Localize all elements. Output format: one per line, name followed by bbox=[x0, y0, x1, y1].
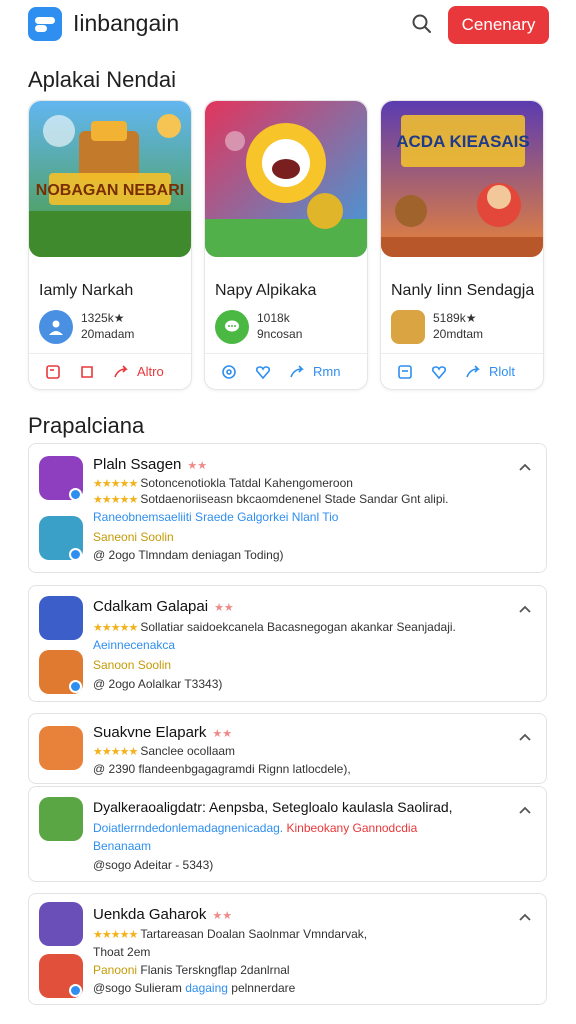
item-title: Plaln Ssagen ★★ bbox=[93, 456, 208, 473]
rating-stars-icon: ★★★★★ bbox=[93, 622, 138, 634]
save-icon[interactable] bbox=[395, 362, 415, 382]
list-item[interactable]: Suakvne Elapark ★★ ★★★★★ Sanclee ocollaam … bbox=[28, 713, 547, 784]
sub-title: Saneoni Soolin bbox=[93, 530, 174, 544]
item-title: Uenkda Gaharok ★★ bbox=[93, 906, 233, 923]
sub-title: Sanoon Soolin bbox=[93, 658, 172, 672]
item-line: ★★★★★ Sanclee ocollaam bbox=[93, 744, 236, 758]
card-actions: Rlolt bbox=[381, 353, 543, 389]
card-downloads: 20madam bbox=[81, 327, 135, 341]
game-cover-image[interactable]: NOBAGAN NEBARI bbox=[29, 101, 191, 257]
rating-stars-icon: ★★★★★ bbox=[93, 746, 138, 758]
card-rating: 5189k★ bbox=[433, 311, 477, 325]
item-link[interactable]: Benanaam bbox=[93, 839, 151, 853]
game-cover-image[interactable]: ACDA KIEASAIS bbox=[381, 101, 543, 257]
cta-button[interactable]: Cenenary bbox=[448, 6, 549, 44]
card-title: Iamly Narkah bbox=[39, 282, 134, 299]
popular-section-title: Prapalciana bbox=[28, 413, 145, 438]
list-item[interactable]: Cdalkam Galapai ★★ ★★★★★ Sollatiar saidoek… bbox=[28, 585, 547, 702]
repost-icon[interactable] bbox=[77, 362, 97, 382]
list-item[interactable]: Plaln Ssagen ★★ ★★★★★ Sotoncenotiokla Tatd… bbox=[28, 443, 547, 573]
share-icon[interactable] bbox=[287, 362, 307, 382]
game-cover-image[interactable] bbox=[205, 101, 367, 257]
mini-stars-icon: ★★ bbox=[212, 910, 233, 922]
card-actions: Rmn bbox=[205, 353, 367, 389]
item-line: ★★★★★ Sotoncenotiokla Tatdal Kahengomeroo… bbox=[93, 476, 353, 490]
chevron-up-icon[interactable] bbox=[518, 460, 532, 474]
item-title: Cdalkam Galapai ★★ bbox=[93, 598, 234, 615]
featured-card[interactable]: ACDA KIEASAIS Nanly Iinn Sendagja 5189k★… bbox=[380, 100, 544, 390]
verified-badge-icon bbox=[69, 488, 82, 501]
rating-stars-icon: ★★★★★ bbox=[93, 494, 138, 506]
item-title: Suakvne Elapark ★★ bbox=[93, 724, 233, 741]
heart-icon[interactable] bbox=[429, 362, 449, 382]
cover-art-text: ACDA KIEASAIS bbox=[396, 132, 530, 151]
card-action-label[interactable]: Altro bbox=[137, 364, 164, 379]
item-line: ★★★★★ Sollatiar saidoekcanela Bacasnegoga… bbox=[93, 620, 456, 634]
card-downloads: 9ncosan bbox=[257, 327, 303, 341]
card-title: Nanly Iinn Sendagja bbox=[391, 282, 535, 299]
cover-art-text: NOBAGAN NEBARI bbox=[36, 182, 184, 199]
featured-card[interactable]: Napy Alpikaka 1018k 9ncosan Rmn bbox=[204, 100, 368, 390]
sub-line: Panooni Flanis Terskngflap 2danlrnal bbox=[93, 963, 290, 977]
app-title: Iinbangain bbox=[73, 10, 180, 36]
chevron-up-icon[interactable] bbox=[518, 602, 532, 616]
search-icon[interactable] bbox=[408, 10, 436, 38]
chevron-up-icon[interactable] bbox=[518, 730, 532, 744]
card-action-label[interactable]: Rlolt bbox=[489, 364, 515, 379]
featured-card[interactable]: NOBAGAN NEBARI Iamly Narkah 1325k★ 20mad… bbox=[28, 100, 192, 390]
item-title: Dyalkeraoaligdatr: Aenpsba, Setegloalo k… bbox=[93, 799, 453, 815]
sub-meta: @sogo Adeitar - 5343) bbox=[93, 858, 214, 872]
verified-badge-icon bbox=[69, 548, 82, 561]
app-thumbnail bbox=[39, 797, 83, 841]
list-item[interactable]: Dyalkeraoaligdatr: Aenpsba, Setegloalo k… bbox=[28, 786, 547, 882]
item-link[interactable]: Aeinnecenakca bbox=[93, 638, 175, 652]
sub-meta: @sogo Sulieram dagaing pelnnerdare bbox=[93, 981, 296, 995]
list-item[interactable]: Uenkda Gaharok ★★ ★★★★★ Tartareasan Doalan… bbox=[28, 893, 547, 1005]
card-actions: Altro bbox=[29, 353, 191, 389]
rating-stars-icon: ★★★★★ bbox=[93, 929, 138, 941]
app-thumbnail bbox=[39, 596, 83, 640]
mini-stars-icon: ★★ bbox=[187, 460, 208, 472]
sub-meta: @ 2ogo Aolalkar T3343) bbox=[93, 677, 223, 691]
chevron-up-icon[interactable] bbox=[518, 803, 532, 817]
item-line: ★★★★★ Tartareasan Doalan Saolnmar Vmndarv… bbox=[93, 927, 368, 941]
card-rating: 1325k★ bbox=[81, 311, 125, 325]
app-thumbnail bbox=[39, 726, 83, 770]
chevron-up-icon[interactable] bbox=[518, 910, 532, 924]
item-line: ★★★★★ Sotdaenoriiseasn bkcaomdenenel Stad… bbox=[93, 492, 449, 506]
app-header: Iinbangain Cenenary bbox=[0, 0, 576, 48]
mini-stars-icon: ★★ bbox=[212, 728, 233, 740]
verified-badge-icon bbox=[69, 984, 82, 997]
target-icon[interactable] bbox=[219, 362, 239, 382]
game-thumbnail-icon bbox=[391, 310, 425, 344]
card-downloads: 20mdtam bbox=[433, 327, 484, 341]
user-avatar-icon bbox=[39, 310, 73, 344]
item-line: Thoat 2em bbox=[93, 945, 151, 959]
share-icon[interactable] bbox=[111, 362, 131, 382]
sub-meta: @ 2390 flandeenbgagagramdi Rignn latlocd… bbox=[93, 762, 351, 776]
item-link[interactable]: Raneobnemsaeliiti Sraede Galgorkei Nlanl… bbox=[93, 510, 338, 524]
rating-stars-icon: ★★★★★ bbox=[93, 478, 138, 490]
card-title: Napy Alpikaka bbox=[215, 282, 317, 299]
bookmark-icon[interactable] bbox=[43, 362, 63, 382]
card-action-label[interactable]: Rmn bbox=[313, 364, 340, 379]
app-logo-icon[interactable] bbox=[28, 7, 62, 41]
chat-icon bbox=[215, 310, 249, 344]
featured-section-title: Aplakai Nendai bbox=[28, 67, 176, 92]
mini-stars-icon: ★★ bbox=[214, 602, 234, 614]
share-icon[interactable] bbox=[463, 362, 483, 382]
sub-meta: @ 2ogo Tlmndam deniagan Toding) bbox=[93, 548, 284, 562]
app-thumbnail bbox=[39, 902, 83, 946]
item-line: Doiatlerrndedonlemadagnenicadag. Kinbeok… bbox=[93, 821, 418, 835]
card-rating: 1018k bbox=[257, 311, 290, 325]
verified-badge-icon bbox=[69, 680, 82, 693]
heart-icon[interactable] bbox=[253, 362, 273, 382]
